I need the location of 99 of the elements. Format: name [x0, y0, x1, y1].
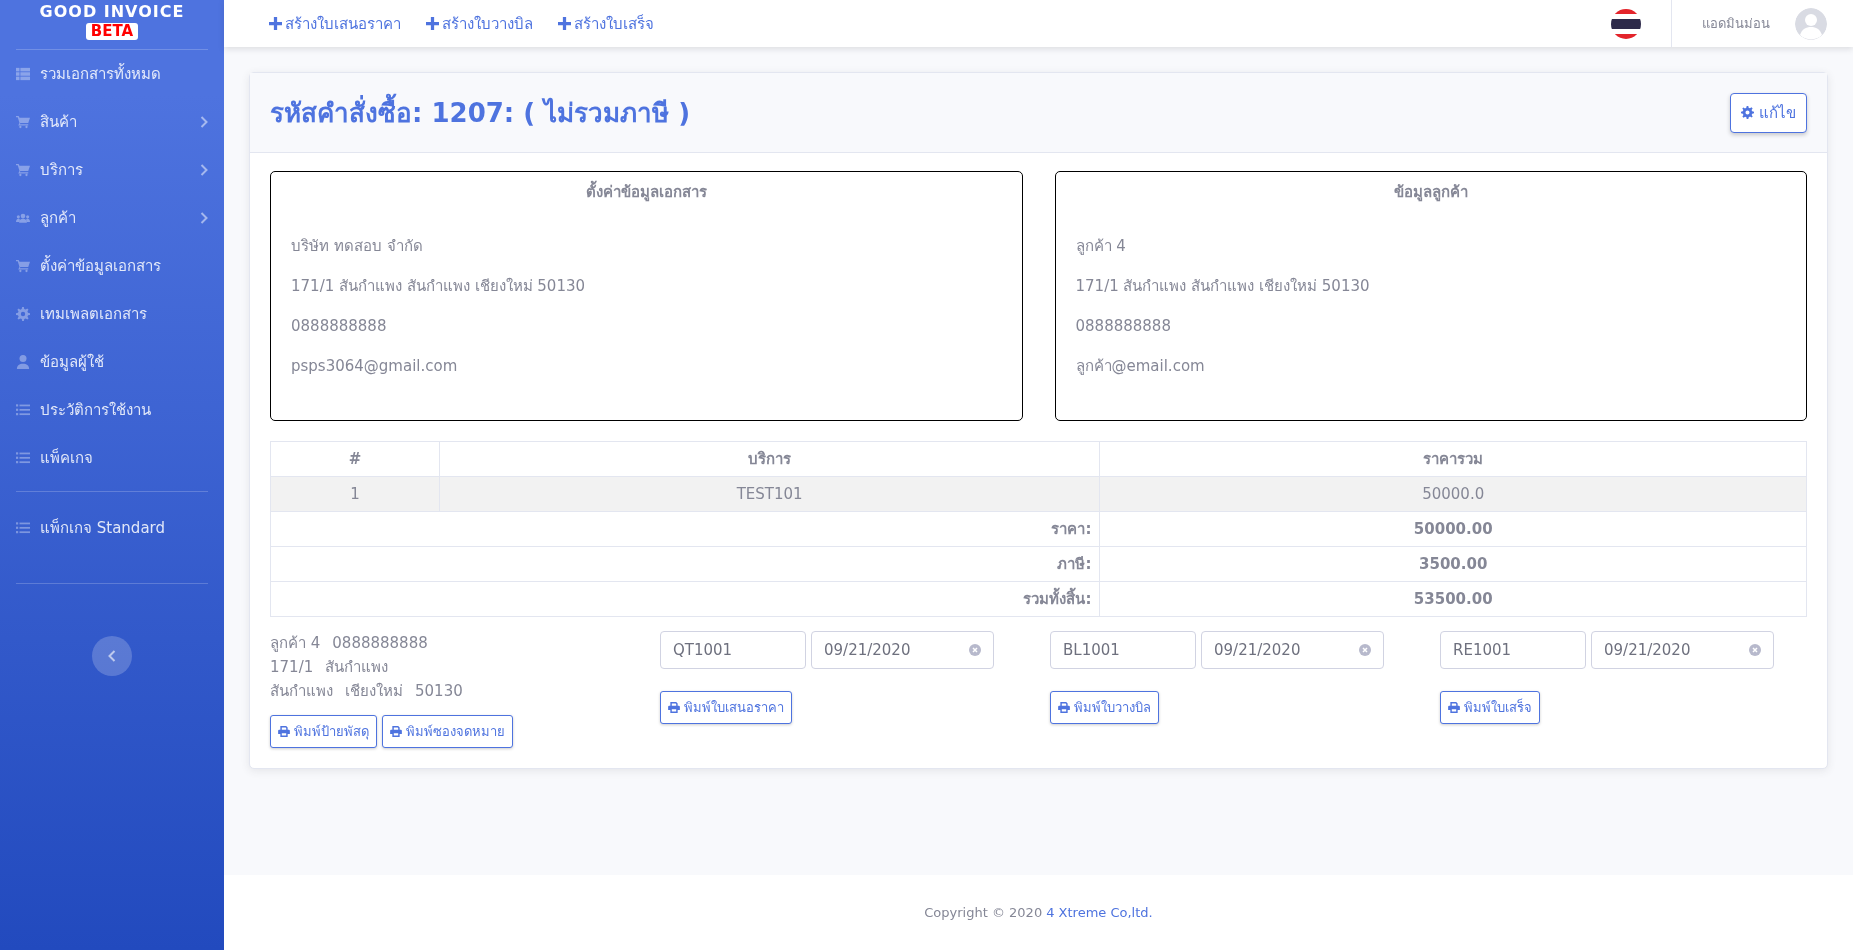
- sidebar-item[interactable]: บริการ: [16, 146, 208, 194]
- print-button[interactable]: พิมพ์ใบเสนอราคา: [660, 691, 792, 724]
- column-header: ราคารวม: [1099, 441, 1807, 477]
- sidebar-item[interactable]: ตั้งค่าข้อมูลเอกสาร: [16, 242, 208, 290]
- document-number-field[interactable]: RE1001: [1440, 631, 1586, 669]
- cart-icon: [16, 259, 30, 273]
- info-line: บริษัท ทดสอบ จำกัด: [291, 236, 424, 256]
- address-text: เชียงใหม่: [345, 681, 403, 702]
- total-label: ราคา:: [270, 511, 1100, 547]
- printer-icon: [390, 726, 402, 737]
- sidebar-item[interactable]: แพ็คเกจ: [16, 434, 208, 482]
- date-field[interactable]: 09/21/2020: [1201, 631, 1384, 669]
- date-field[interactable]: 09/21/2020: [811, 631, 994, 669]
- chevron-left-icon: [108, 650, 116, 662]
- address-text: สันกำแพง: [270, 681, 333, 702]
- list-icon: [16, 521, 30, 535]
- printer-icon: [1058, 702, 1070, 713]
- chevron-right-icon: [200, 116, 208, 128]
- company-link[interactable]: 4 Xtreme Co,ltd.: [1046, 905, 1153, 920]
- sidebar-item[interactable]: สินค้า: [16, 98, 208, 146]
- copyright-text: Copyright © 2020: [924, 905, 1043, 920]
- list-icon: [16, 403, 30, 417]
- user-icon: [16, 355, 30, 369]
- print-button[interactable]: พิมพ์ซองจดหมาย: [382, 715, 513, 748]
- print-button[interactable]: พิมพ์ใบวางบิล: [1050, 691, 1159, 724]
- table-cell: TEST101: [439, 476, 1100, 512]
- panel-title: ตั้งค่าข้อมูลเอกสาร: [291, 180, 1002, 204]
- document-number-field[interactable]: BL1001: [1050, 631, 1196, 669]
- address-text: ลูกค้า 4: [270, 633, 321, 654]
- sidebar-item[interactable]: ข้อมูลผู้ใช้: [16, 338, 208, 386]
- sidebar-item[interactable]: เทมเพลตเอกสาร: [16, 290, 208, 338]
- print-button[interactable]: พิมพ์ใบเสร็จ: [1440, 691, 1540, 724]
- address-text: 171/1: [270, 657, 314, 678]
- list-icon: [16, 451, 30, 465]
- info-line: ลูกค้า 4: [1075, 236, 1127, 256]
- address-text: 50130: [415, 681, 463, 702]
- table-cell: 1: [270, 476, 440, 512]
- table-icon: [16, 67, 30, 81]
- users-icon: [16, 211, 30, 225]
- printer-icon: [1448, 702, 1460, 713]
- user-name[interactable]: แอดมินม่อน: [1702, 13, 1770, 34]
- document-number-field[interactable]: QT1001: [660, 631, 806, 669]
- total-label: รวมทั้งสิ้น:: [270, 581, 1100, 617]
- print-button[interactable]: พิมพ์ป้ายพัสดุ: [270, 715, 377, 748]
- clear-icon[interactable]: [969, 644, 981, 656]
- chevron-right-icon: [200, 164, 208, 176]
- sidebar-item-label: สินค้า: [40, 112, 78, 133]
- printer-icon: [668, 702, 680, 713]
- gear-icon: [16, 307, 30, 321]
- plus-icon: [558, 17, 571, 30]
- sidebar-item-label: ลูกค้า: [40, 208, 77, 229]
- plus-icon: [269, 17, 282, 30]
- brand-name: GOOD INVOICE: [39, 2, 185, 21]
- info-line: psps3064@gmail.com: [291, 356, 459, 376]
- sidebar-item[interactable]: รวมเอกสารทั้งหมด: [16, 50, 208, 98]
- address-text: สันกำแพง: [325, 657, 389, 678]
- edit-button[interactable]: แก้ไข: [1730, 92, 1807, 133]
- page-title: รหัสคำสั่งซื้อ: 1207: ( ไม่รวมภาษี ): [270, 92, 691, 133]
- printer-icon: [278, 726, 290, 737]
- total-value: 50000.00: [1099, 511, 1807, 547]
- clear-icon[interactable]: [1359, 644, 1371, 656]
- panel-title: ข้อมูลลูกค้า: [1392, 182, 1469, 204]
- beta-label: BETA: [85, 23, 139, 40]
- info-line: ลูกค้า@email.com: [1075, 356, 1206, 376]
- create-link[interactable]: สร้างใบวางบิล: [426, 11, 533, 36]
- flag-icon[interactable]: [1611, 8, 1641, 39]
- sidebar-item[interactable]: แพ็กเกจ Standard: [16, 504, 208, 552]
- sidebar-item-label: บริการ: [40, 160, 84, 181]
- create-link[interactable]: สร้างใบเสร็จ: [558, 11, 654, 36]
- total-label: ภาษี:: [270, 546, 1100, 582]
- sidebar-toggle-button[interactable]: [92, 636, 132, 676]
- cart-icon: [16, 163, 30, 177]
- info-line: 171/1 สันกำแพง สันกำแพง เชียงใหม่ 50130: [291, 276, 587, 296]
- table-cell: 50000.0: [1099, 476, 1807, 512]
- column-header: บริการ: [439, 441, 1100, 477]
- plus-icon: [426, 17, 439, 30]
- avatar-icon[interactable]: [1795, 7, 1827, 40]
- address-text: 0888888888: [332, 633, 428, 654]
- sidebar-item[interactable]: ลูกค้า: [16, 194, 208, 242]
- info-line: 0888888888: [291, 316, 388, 336]
- clear-icon[interactable]: [1749, 644, 1761, 656]
- sidebar-item-label: แพ็คเกจ: [40, 447, 94, 469]
- sidebar-item-label: แพ็กเกจ Standard: [40, 517, 166, 539]
- sidebar-item-label: ประวัติการใช้งาน: [40, 400, 152, 421]
- sidebar-item-label: เทมเพลตเอกสาร: [40, 304, 148, 325]
- sidebar-item-label: ตั้งค่าข้อมูลเอกสาร: [40, 254, 162, 277]
- total-value: 3500.00: [1099, 546, 1807, 582]
- chevron-right-icon: [200, 212, 208, 224]
- info-line: 171/1 สันกำแพง สันกำแพง เชียงใหม่ 50130: [1075, 276, 1371, 296]
- sidebar-item[interactable]: ประวัติการใช้งาน: [16, 386, 208, 434]
- gear-icon: [1741, 106, 1754, 119]
- create-link[interactable]: สร้างใบเสนอราคา: [269, 11, 401, 36]
- sidebar-item-label: ข้อมูลผู้ใช้: [40, 352, 105, 373]
- sidebar-item-label: รวมเอกสารทั้งหมด: [40, 62, 162, 85]
- total-value: 53500.00: [1099, 581, 1807, 617]
- cart-icon: [16, 115, 30, 129]
- date-field[interactable]: 09/21/2020: [1591, 631, 1774, 669]
- info-line: 0888888888: [1075, 316, 1172, 336]
- column-header: #: [270, 441, 440, 477]
